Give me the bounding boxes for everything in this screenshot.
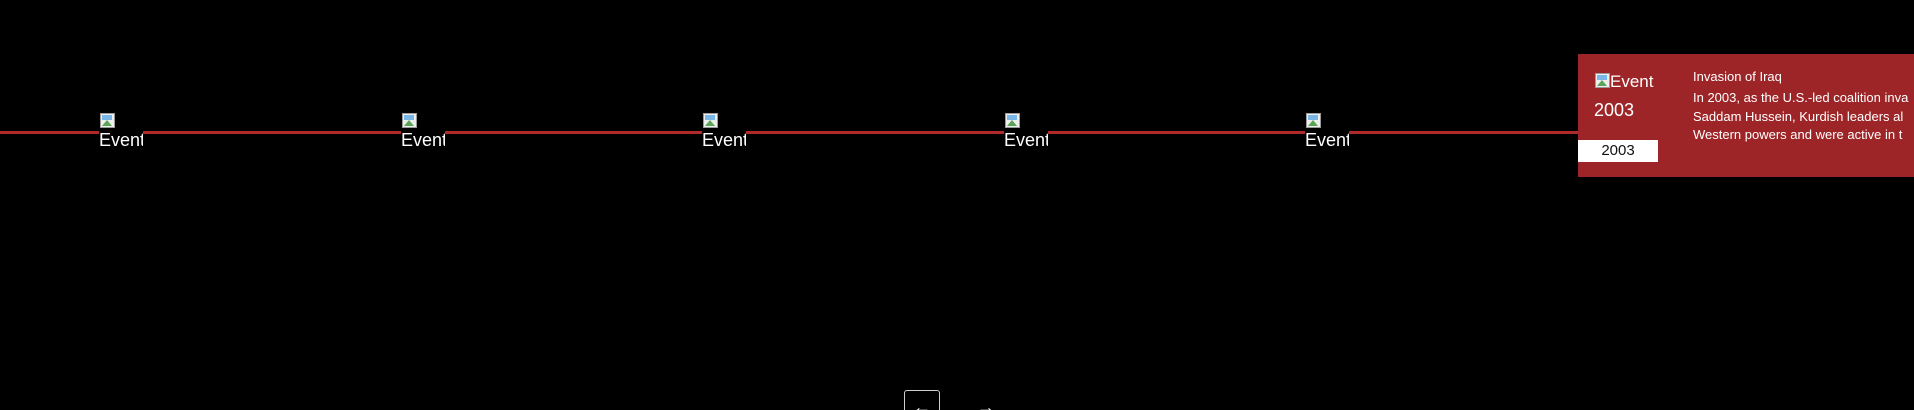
previous-button[interactable]: ←: [904, 390, 940, 410]
next-button[interactable]: →: [968, 392, 1004, 410]
timeline-marker-alt: Event: [702, 130, 746, 150]
timeline-stage: Event Event Event Event Event Event 2003: [0, 0, 1914, 410]
broken-image-icon: [1004, 112, 1021, 129]
timeline-marker-5[interactable]: Event: [1305, 112, 1349, 154]
timeline-marker-4[interactable]: Event: [1004, 112, 1048, 154]
event-year-badge: 2003: [1578, 140, 1658, 162]
event-detail-text: Invasion of Iraq In 2003, as the U.S.-le…: [1693, 68, 1914, 145]
broken-image-icon: [1305, 112, 1322, 129]
event-description-line: Western powers and were active in t: [1693, 127, 1903, 142]
event-detail-image: Event: [1594, 72, 1674, 92]
timeline-marker-2[interactable]: Event: [401, 112, 445, 154]
timeline-marker-alt: Event: [1004, 130, 1048, 150]
arrow-right-icon: →: [977, 397, 995, 410]
arrow-left-icon: ←: [913, 397, 931, 410]
broken-image-icon: [401, 112, 418, 129]
timeline-marker-3[interactable]: Event: [702, 112, 746, 154]
event-description: In 2003, as the U.S.-led coalition inva …: [1693, 89, 1914, 145]
event-detail-card[interactable]: Event 2003 2003 Invasion of Iraq In 2003…: [1578, 54, 1914, 177]
timeline-marker-alt: Event: [401, 130, 445, 150]
broken-image-icon: [99, 112, 116, 129]
event-year: 2003: [1594, 100, 1635, 120]
event-image-alt: Event: [1610, 72, 1654, 91]
event-description-line: Saddam Hussein, Kurdish leaders al: [1693, 108, 1904, 124]
timeline-marker-alt: Event: [1305, 130, 1349, 150]
event-title: Invasion of Iraq: [1693, 69, 1782, 84]
event-description-line: In 2003, as the U.S.-led coalition inva: [1693, 90, 1909, 105]
timeline-marker-1[interactable]: Event: [99, 112, 143, 154]
timeline-marker-alt: Event: [99, 130, 143, 150]
broken-image-icon: [1594, 72, 1611, 89]
broken-image-icon: [702, 112, 719, 129]
